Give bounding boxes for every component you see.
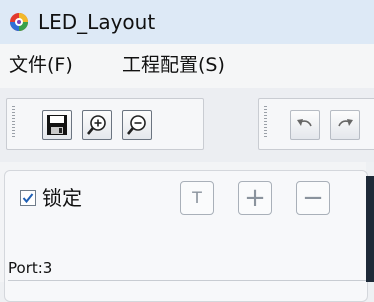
remove-button[interactable]: − xyxy=(296,181,330,215)
menu-project-config[interactable]: 工程配置(S) xyxy=(122,52,225,78)
zoom-in-button[interactable] xyxy=(82,110,112,140)
toolbar-grip-edit[interactable] xyxy=(264,106,267,138)
port-label: Port:3 xyxy=(8,259,53,277)
save-icon xyxy=(47,115,67,135)
zoom-out-button[interactable] xyxy=(122,110,152,140)
toolbar-grip[interactable] xyxy=(12,106,15,138)
lock-checkbox[interactable] xyxy=(20,190,36,206)
add-button[interactable]: + xyxy=(238,181,272,215)
add-label: + xyxy=(244,183,266,213)
zoom-out-icon xyxy=(127,115,146,135)
title-bar: LED_Layout xyxy=(0,0,374,44)
menu-bar: 文件(F) 工程配置(S) xyxy=(0,44,374,88)
undo-icon xyxy=(297,119,312,127)
zoom-in-icon xyxy=(87,115,106,135)
port-divider xyxy=(8,280,366,281)
undo-button[interactable] xyxy=(290,110,320,140)
redo-icon xyxy=(338,119,353,127)
window-title: LED_Layout xyxy=(38,10,156,34)
canvas-edge xyxy=(366,176,374,282)
redo-button[interactable] xyxy=(330,110,360,140)
text-tool-label: T xyxy=(192,188,202,207)
text-tool-button[interactable]: T xyxy=(180,181,214,215)
lock-label: 锁定 xyxy=(42,186,82,210)
save-button[interactable] xyxy=(42,110,72,140)
check-icon xyxy=(22,193,34,204)
remove-label: − xyxy=(302,183,324,213)
app-logo-icon xyxy=(9,12,29,32)
menu-file[interactable]: 文件(F) xyxy=(9,52,73,78)
